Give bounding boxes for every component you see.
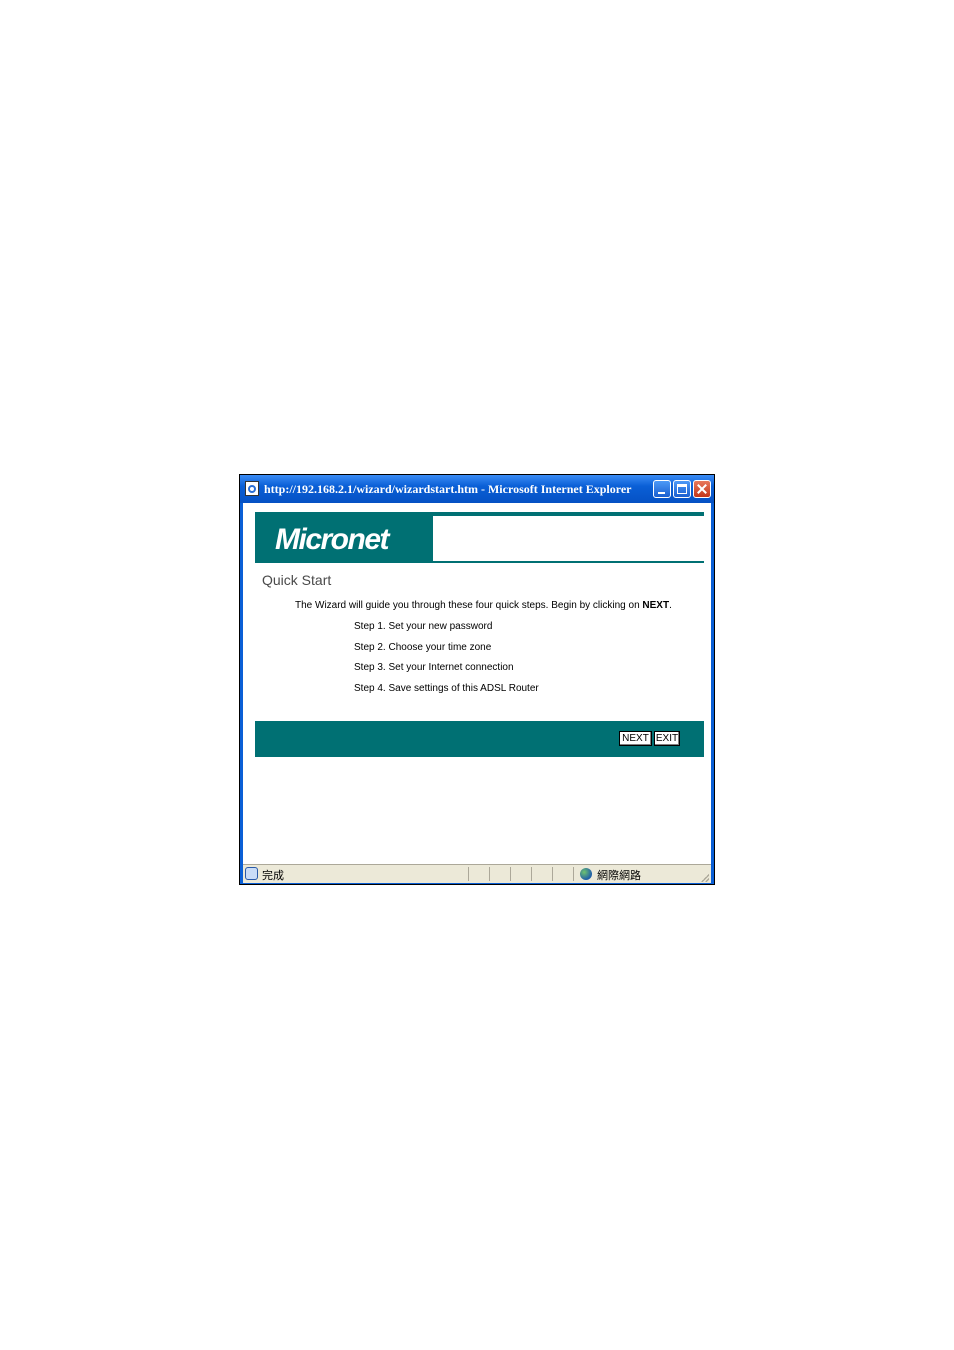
micronet-logo: Micronet	[275, 523, 390, 556]
next-button[interactable]: NEXT	[619, 731, 652, 746]
minimize-button[interactable]	[653, 480, 671, 498]
title-bar[interactable]: http://192.168.2.1/wizard/wizardstart.ht…	[240, 475, 714, 503]
exit-button[interactable]: EXIT	[654, 731, 680, 746]
step-item: Step 1. Set your new password	[354, 621, 493, 632]
page-content: Micronet Quick Start The Wizard will gui…	[243, 503, 711, 864]
status-divider	[489, 867, 490, 881]
intro-suffix: .	[669, 600, 672, 611]
intro-prefix: The Wizard will guide you through these …	[295, 600, 643, 611]
close-button[interactable]	[693, 480, 711, 498]
status-text: 完成	[262, 870, 284, 882]
ie-page-icon	[245, 481, 259, 496]
status-divider	[552, 867, 553, 881]
header-bottom-rule	[433, 561, 704, 563]
intro-text: The Wizard will guide you through these …	[295, 600, 672, 611]
footer-bar: NEXT EXIT	[255, 721, 704, 757]
step-item: Step 2. Choose your time zone	[354, 642, 492, 653]
resize-grip-icon[interactable]	[699, 872, 709, 882]
window-title: http://192.168.2.1/wizard/wizardstart.ht…	[264, 482, 632, 496]
step-item: Step 4. Save settings of this ADSL Route…	[354, 683, 539, 694]
zone-text: 網際網路	[597, 870, 641, 882]
intro-emphasis: NEXT	[642, 600, 670, 611]
status-divider	[468, 867, 469, 881]
status-divider	[531, 867, 532, 881]
status-bar: 完成 網際網路	[243, 864, 711, 883]
internet-globe-icon	[580, 868, 592, 880]
maximize-button[interactable]	[673, 480, 691, 498]
logo-banner: Micronet	[255, 516, 433, 563]
browser-window: http://192.168.2.1/wizard/wizardstart.ht…	[239, 474, 715, 885]
page-title: Quick Start	[262, 572, 332, 588]
status-divider	[510, 867, 511, 881]
status-divider	[573, 867, 574, 881]
step-item: Step 3. Set your Internet connection	[354, 662, 514, 673]
page-done-icon	[245, 867, 258, 880]
